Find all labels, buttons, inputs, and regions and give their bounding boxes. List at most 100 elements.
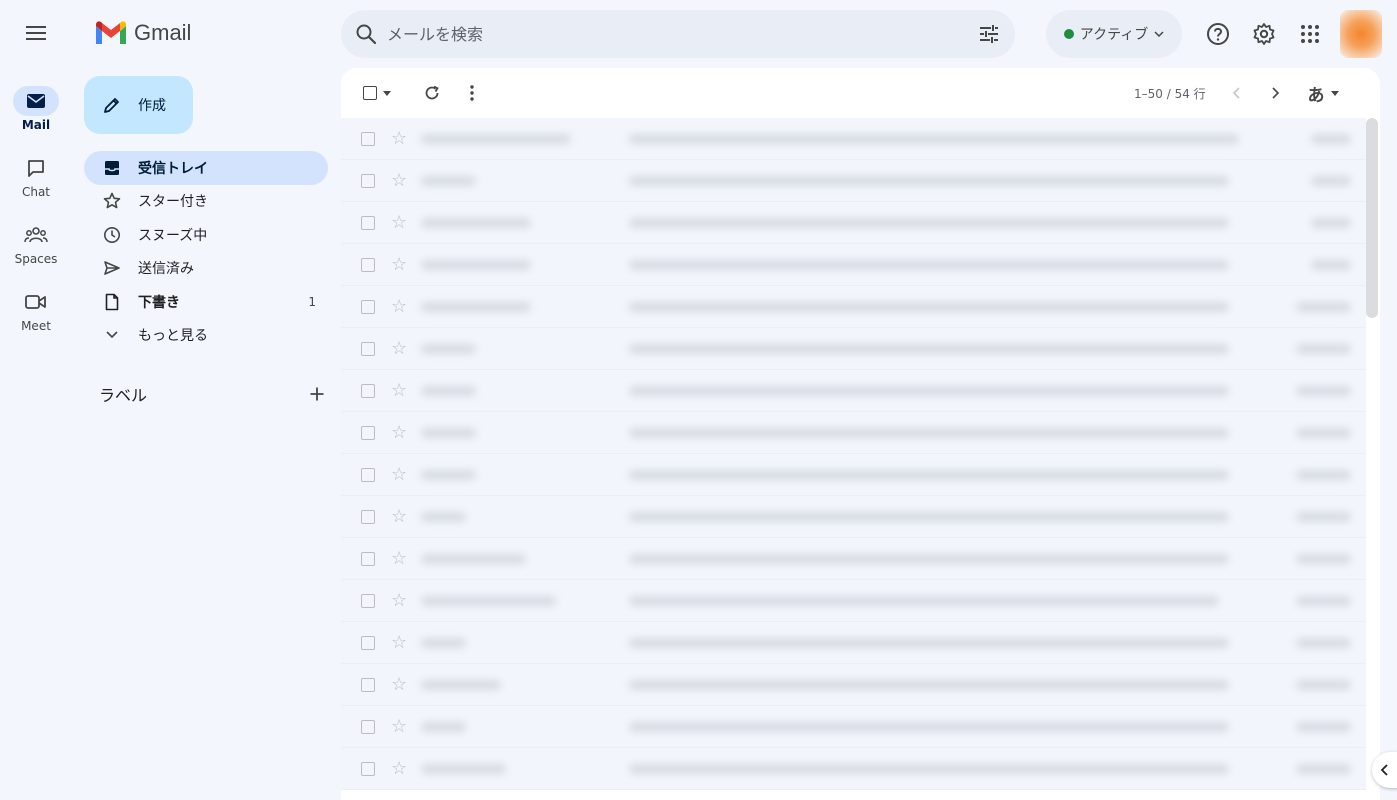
star-toggle-icon[interactable]: ☆: [391, 423, 407, 442]
nav-item-more[interactable]: もっと見る: [84, 319, 328, 353]
row-checkbox[interactable]: [361, 677, 375, 692]
search-icon[interactable]: [355, 23, 377, 45]
rail-item-meet[interactable]: Meet: [0, 287, 72, 333]
sender-redacted: [421, 721, 466, 732]
row-checkbox[interactable]: [361, 635, 375, 650]
row-checkbox[interactable]: [361, 173, 375, 188]
star-toggle-icon[interactable]: ☆: [391, 213, 407, 232]
subject-redacted: [629, 553, 1229, 564]
sender-redacted: [421, 427, 476, 438]
message-row[interactable]: ☆: [341, 664, 1366, 706]
row-checkbox[interactable]: [361, 761, 375, 776]
row-checkbox[interactable]: [361, 341, 375, 356]
account-avatar[interactable]: [1340, 10, 1382, 58]
main-menu-button[interactable]: [20, 22, 52, 46]
row-checkbox[interactable]: [361, 383, 375, 398]
star-toggle-icon[interactable]: ☆: [391, 549, 407, 568]
message-row[interactable]: ☆: [341, 370, 1366, 412]
row-checkbox[interactable]: [361, 257, 375, 272]
nav-item-snoozed[interactable]: スヌーズ中: [84, 218, 328, 252]
star-toggle-icon[interactable]: ☆: [391, 507, 407, 526]
search-bar: [341, 10, 1015, 58]
nav-item-drafts[interactable]: 下書き 1: [84, 285, 328, 319]
select-all-checkbox[interactable]: [363, 86, 377, 100]
mail-folder-nav: 受信トレイ スター付き スヌーズ中 送信済み 下書き 1 もっと見る: [84, 151, 328, 352]
row-checkbox[interactable]: [361, 425, 375, 440]
search-options-icon[interactable]: [977, 22, 1001, 46]
row-checkbox[interactable]: [361, 131, 375, 146]
subject-redacted: [629, 469, 1229, 480]
star-toggle-icon[interactable]: ☆: [391, 591, 407, 610]
rail-label-mail: Mail: [21, 118, 51, 132]
rail-item-mail[interactable]: Mail: [0, 86, 72, 132]
date-redacted: [1296, 511, 1351, 522]
message-row[interactable]: ☆: [341, 160, 1366, 202]
rail-item-chat[interactable]: Chat: [0, 153, 72, 199]
star-toggle-icon[interactable]: ☆: [391, 129, 407, 148]
previous-page-button[interactable]: [1224, 81, 1248, 105]
sender-redacted: [421, 259, 531, 270]
star-toggle-icon[interactable]: ☆: [391, 171, 407, 190]
nav-item-sent[interactable]: 送信済み: [84, 252, 328, 286]
status-selector[interactable]: アクティブ: [1046, 10, 1182, 58]
star-toggle-icon[interactable]: ☆: [391, 759, 407, 778]
star-toggle-icon[interactable]: ☆: [391, 717, 407, 736]
chevron-down-icon: [102, 325, 122, 345]
compose-button[interactable]: 作成: [84, 76, 193, 134]
help-button[interactable]: [1202, 18, 1234, 50]
settings-button[interactable]: [1248, 18, 1280, 50]
meet-icon: [13, 287, 59, 317]
message-row[interactable]: ☆: [341, 118, 1366, 160]
star-toggle-icon[interactable]: ☆: [391, 255, 407, 274]
mail-list-panel: 1–50 / 54 行 あ ☆ ☆ ☆ ☆ ☆ ☆ ☆ ☆ ☆ ☆ ☆ ☆ ☆ ☆ ☆ ☆: [341, 68, 1380, 800]
labels-section: ラベル: [99, 382, 324, 406]
refresh-button[interactable]: [420, 81, 444, 105]
row-checkbox[interactable]: [361, 509, 375, 524]
sender-redacted: [421, 469, 476, 480]
message-row[interactable]: ☆: [341, 706, 1366, 748]
message-row[interactable]: ☆: [341, 454, 1366, 496]
nav-item-inbox[interactable]: 受信トレイ: [84, 151, 328, 185]
message-row[interactable]: ☆: [341, 538, 1366, 580]
star-toggle-icon[interactable]: ☆: [391, 675, 407, 694]
row-checkbox[interactable]: [361, 593, 375, 608]
next-page-button[interactable]: [1264, 81, 1288, 105]
gear-icon: [1253, 23, 1275, 45]
row-checkbox[interactable]: [361, 719, 375, 734]
message-row[interactable]: ☆: [341, 286, 1366, 328]
row-checkbox[interactable]: [361, 299, 375, 314]
message-row[interactable]: ☆: [341, 328, 1366, 370]
search-input[interactable]: [387, 24, 977, 44]
brand-name: Gmail: [134, 20, 192, 45]
message-row[interactable]: ☆: [341, 496, 1366, 538]
star-toggle-icon[interactable]: ☆: [391, 633, 407, 652]
more-actions-button[interactable]: [460, 81, 484, 105]
row-checkbox[interactable]: [361, 215, 375, 230]
star-toggle-icon[interactable]: ☆: [391, 339, 407, 358]
nav-item-starred[interactable]: スター付き: [84, 185, 328, 219]
chevron-left-icon: [1232, 87, 1240, 99]
apps-button[interactable]: [1294, 18, 1326, 50]
sender-redacted: [421, 763, 506, 774]
scrollbar-thumb[interactable]: [1366, 118, 1378, 318]
message-row[interactable]: ☆: [341, 580, 1366, 622]
gmail-logo[interactable]: Gmail: [94, 20, 191, 46]
star-toggle-icon[interactable]: ☆: [391, 297, 407, 316]
rail-item-spaces[interactable]: Spaces: [0, 220, 72, 266]
star-toggle-icon[interactable]: ☆: [391, 381, 407, 400]
mail-icon: [13, 86, 59, 116]
message-row[interactable]: ☆: [341, 412, 1366, 454]
message-row[interactable]: ☆: [341, 202, 1366, 244]
star-toggle-icon[interactable]: ☆: [391, 465, 407, 484]
date-redacted: [1296, 469, 1351, 480]
add-label-icon[interactable]: [310, 387, 324, 401]
input-tools-button[interactable]: あ: [1303, 81, 1343, 106]
message-row[interactable]: ☆: [341, 622, 1366, 664]
select-all-button[interactable]: [359, 81, 395, 105]
clock-icon: [102, 225, 122, 245]
message-row[interactable]: ☆: [341, 244, 1366, 286]
row-checkbox[interactable]: [361, 551, 375, 566]
row-checkbox[interactable]: [361, 467, 375, 482]
message-row[interactable]: ☆: [341, 748, 1366, 790]
nav-label-drafts: 下書き: [138, 294, 180, 311]
